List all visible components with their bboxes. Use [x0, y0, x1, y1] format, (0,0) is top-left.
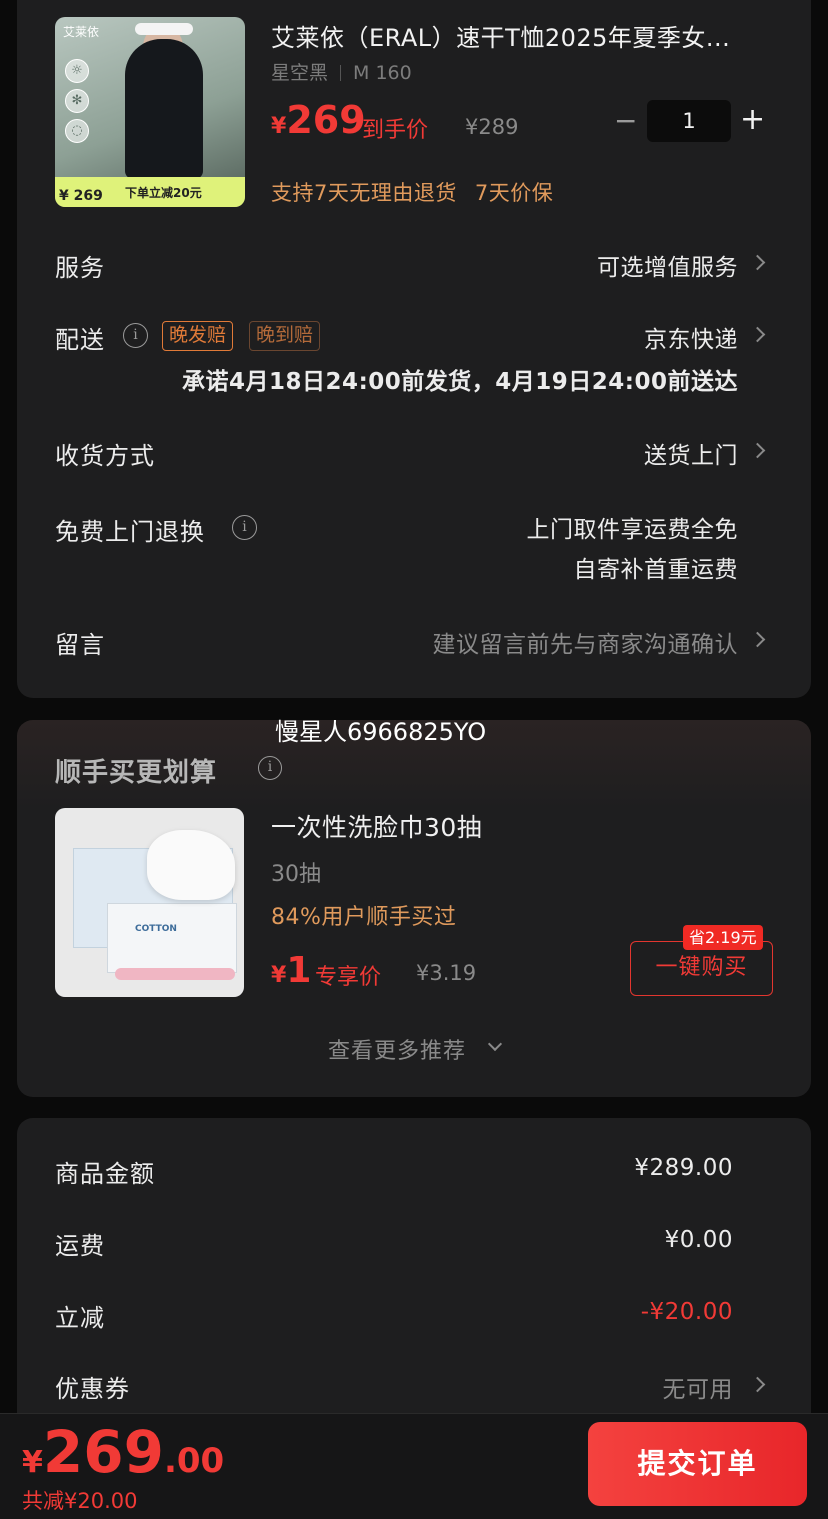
product-spec[interactable]: 星空黑 M 160: [271, 58, 412, 85]
cotton-label: COTTON: [135, 924, 177, 934]
product-color: 星空黑: [271, 62, 329, 84]
feature-icon: ◌: [65, 119, 89, 143]
addon-buyers: 84%用户顺手买过: [271, 905, 457, 930]
plus-icon[interactable]: +: [740, 102, 765, 137]
addon-price: ¥1: [271, 950, 312, 991]
minus-icon[interactable]: −: [614, 104, 637, 137]
product-price: ¥269: [271, 98, 366, 142]
delivery-value[interactable]: 京东快递: [644, 320, 738, 354]
late-arrival-badge: 晚到赔: [249, 321, 321, 351]
save-badge: 省2.19元: [683, 925, 763, 950]
product-thumbnail[interactable]: ☼ ✻ ◌ 艾莱依 ¥ 269 下单立减20元: [55, 17, 245, 207]
goods-amount-label: 商品金额: [55, 1160, 155, 1188]
quantity-input[interactable]: 1: [647, 100, 731, 142]
more-recommendations-link[interactable]: 查看更多推荐: [328, 1033, 466, 1065]
free-return-label: 免费上门退换: [55, 518, 205, 546]
receive-value[interactable]: 送货上门: [644, 436, 738, 470]
late-ship-badge: 晚发赔: [162, 321, 234, 351]
coupon-value[interactable]: 无可用: [663, 1370, 734, 1404]
info-icon[interactable]: i: [123, 323, 148, 348]
addon-section-title: 顺手买更划算: [55, 758, 218, 788]
total-price: ¥269.00: [22, 1418, 225, 1486]
coupon-label: 优惠券: [55, 1375, 130, 1403]
message-label: 留言: [55, 631, 105, 659]
total-saved: 共减¥20.00: [22, 1489, 138, 1513]
free-return-line2: 自寄补首重运费: [573, 557, 738, 583]
message-input[interactable]: 建议留言前先与商家沟通确认: [433, 625, 739, 659]
addon-spec: 30抽: [271, 862, 321, 887]
free-return-line1: 上门取件享运费全免: [526, 517, 738, 543]
shipping-label: 运费: [55, 1232, 105, 1260]
overlay-username: 慢星人6966825YO: [275, 718, 487, 746]
goods-amount-value: ¥289.00: [634, 1155, 733, 1181]
thumb-price: ¥ 269: [59, 188, 103, 204]
submit-order-button[interactable]: 提交订单: [588, 1422, 807, 1506]
service-value[interactable]: 可选增值服务: [597, 248, 738, 282]
product-size: M 160: [353, 62, 412, 84]
addon-thumbnail[interactable]: COTTON: [55, 808, 244, 997]
info-icon[interactable]: i: [232, 515, 257, 540]
original-price: ¥289: [465, 115, 519, 139]
thumb-brand: 艾莱依: [63, 25, 100, 39]
addon-title[interactable]: 一次性洗脸巾30抽: [271, 808, 482, 844]
feature-icon: ✻: [65, 89, 89, 113]
product-title[interactable]: 艾莱依（ERAL）速干T恤2025年夏季女...: [271, 18, 771, 53]
shipping-value: ¥0.00: [664, 1227, 733, 1253]
info-icon[interactable]: i: [258, 756, 282, 780]
addon-original-price: ¥3.19: [416, 961, 477, 985]
price-tag: 到手价: [362, 118, 429, 143]
delivery-label: 配送: [55, 326, 105, 354]
service-label: 服务: [55, 254, 105, 282]
addon-price-tag: 专享价: [315, 965, 382, 990]
discount-value: -¥20.00: [640, 1299, 733, 1325]
thumb-promo: 下单立减20元: [117, 182, 210, 204]
guarantee-text: 支持7天无理由退货 7天价保: [271, 181, 554, 205]
delivery-promise: 承诺4月18日24:00前发货，4月19日24:00前送达: [182, 369, 738, 395]
discount-label: 立减: [55, 1304, 105, 1332]
receive-label: 收货方式: [55, 442, 155, 470]
feature-icon: ☼: [65, 59, 89, 83]
